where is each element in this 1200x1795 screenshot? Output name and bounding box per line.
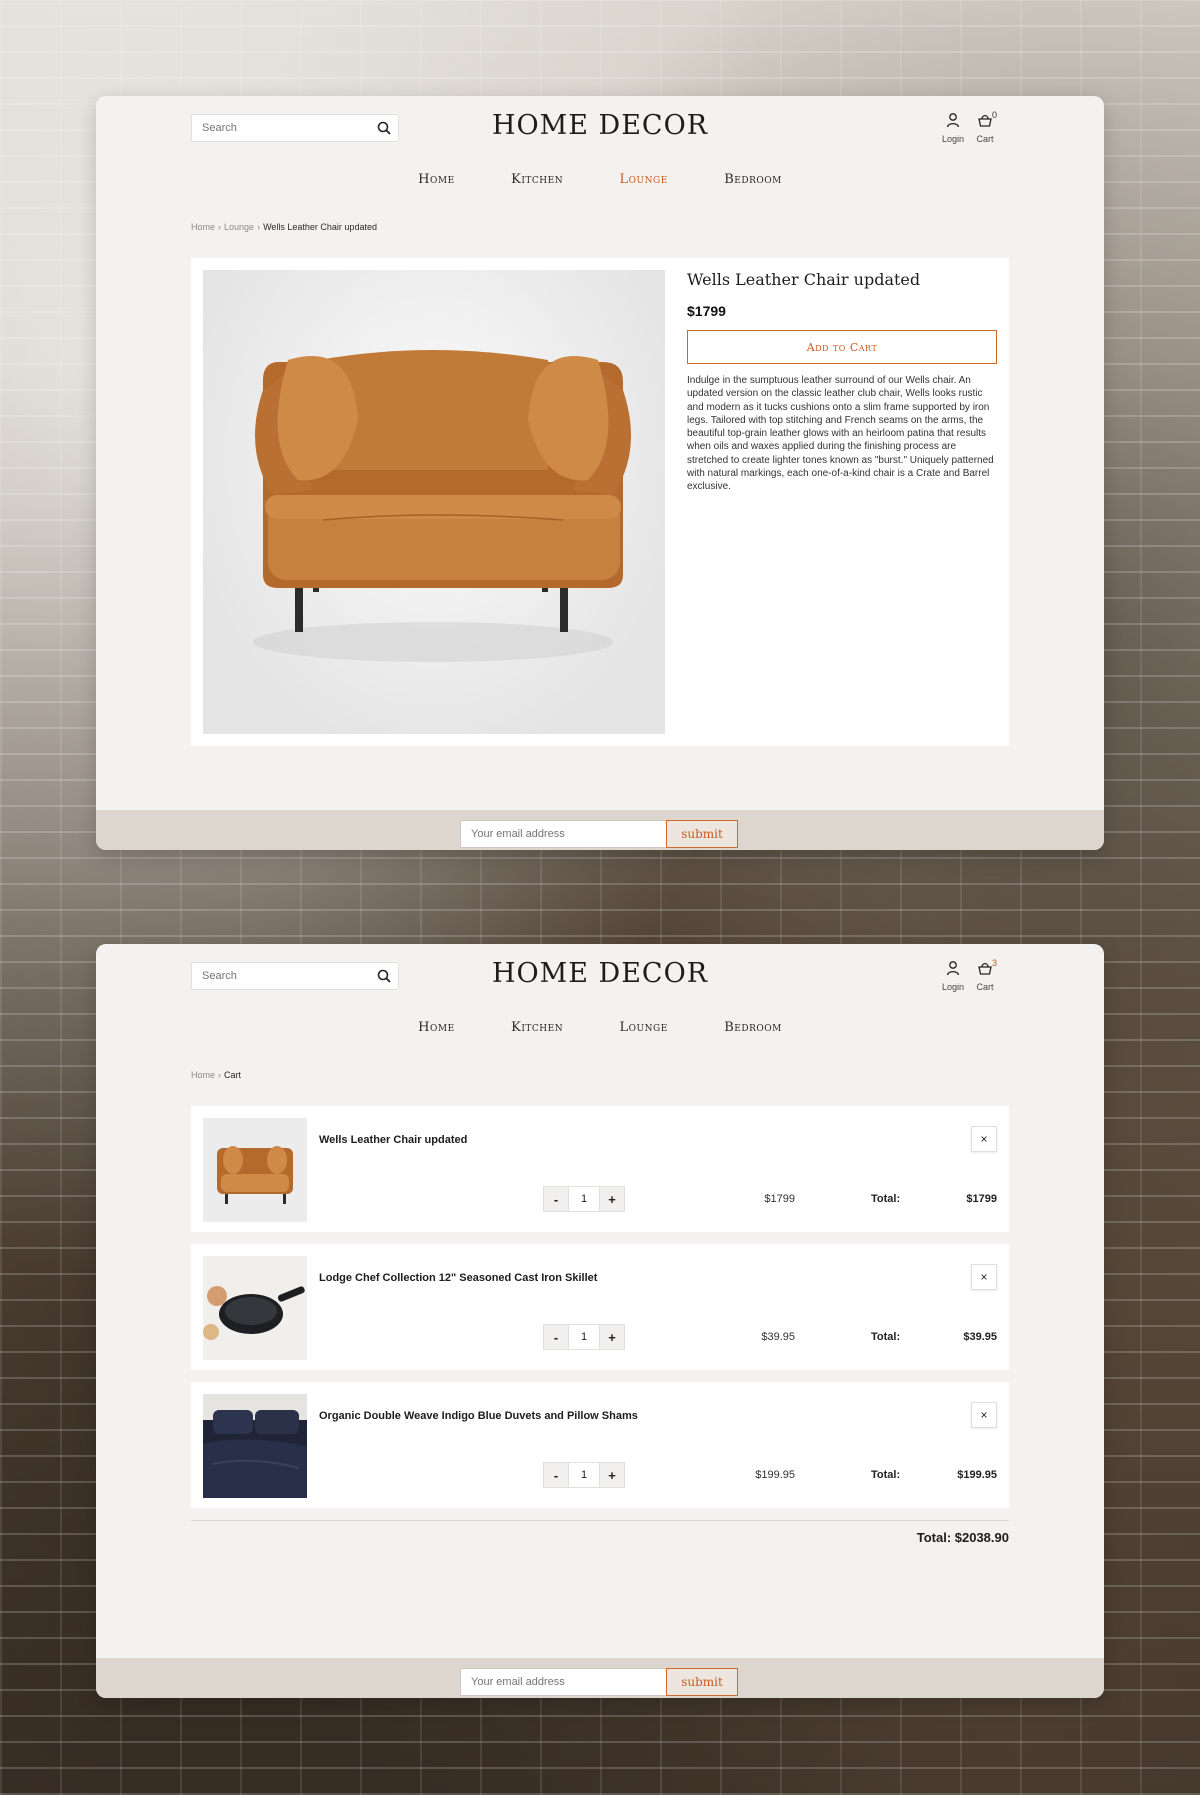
cart-page-panel: HOME DECOR Login 3 Cart Home Kitchen Lou… [96,944,1104,1698]
main-nav: Home Kitchen Lounge Bedroom [96,170,1104,188]
remove-item-button[interactable]: × [971,1264,997,1290]
cart-count-badge: 3 [991,958,997,968]
decrease-quantity-button[interactable]: - [543,1186,569,1212]
increase-quantity-button[interactable]: + [599,1186,625,1212]
cart-item-name[interactable]: Organic Double Weave Indigo Blue Duvets … [319,1410,638,1422]
unit-price: $1799 [764,1193,795,1205]
basket-icon [978,114,992,127]
nav-item-home[interactable]: Home [418,172,455,187]
site-header: HOME DECOR Login 3 Cart Home Kitchen Lou… [96,944,1104,1104]
breadcrumb-separator: › [257,222,261,232]
login-label: Login [941,134,965,144]
cart-label: Cart [976,982,994,992]
nav-item-bedroom[interactable]: Bedroom [724,1020,782,1035]
line-total-label: Total: [871,1193,901,1205]
cart-item-row: Wells Leather Chair updated × - + $1799 … [191,1106,1009,1232]
breadcrumb-lounge[interactable]: Lounge [224,222,254,232]
nav-item-kitchen[interactable]: Kitchen [511,1020,563,1035]
newsletter-footer: submit [96,1658,1104,1698]
quantity-input[interactable] [569,1186,599,1212]
line-total: $199.95 [957,1469,997,1481]
cart-item-thumbnail [203,1256,307,1360]
email-input[interactable] [460,1668,666,1696]
breadcrumb-home[interactable]: Home [191,222,215,232]
cast-iron-skillet-icon [203,1256,307,1360]
grand-total: Total: $2038.90 [916,1530,1009,1545]
cart-item-row: Organic Double Weave Indigo Blue Duvets … [191,1382,1009,1508]
nav-item-lounge[interactable]: Lounge [620,1020,668,1035]
breadcrumb-current: Cart [224,1070,242,1080]
quantity-stepper: - + [543,1186,625,1212]
increase-quantity-button[interactable]: + [599,1324,625,1350]
breadcrumb-separator: › [218,222,222,232]
decrease-quantity-button[interactable]: - [543,1324,569,1350]
product-description: Indulge in the sumptuous leather surroun… [687,375,994,493]
cart-item-name[interactable]: Lodge Chef Collection 12" Seasoned Cast … [319,1272,597,1284]
cart-count-badge: 0 [991,110,997,120]
unit-price: $39.95 [761,1331,795,1343]
login-button[interactable]: Login [938,112,968,144]
cart-item-row: Lodge Chef Collection 12" Seasoned Cast … [191,1244,1009,1370]
breadcrumb-home[interactable]: Home [191,1070,215,1080]
remove-item-button[interactable]: × [971,1402,997,1428]
breadcrumb-separator: › [218,1070,222,1080]
cart-button[interactable]: 3 Cart [969,958,1001,992]
quantity-input[interactable] [569,1324,599,1350]
indigo-bedding-icon [203,1394,307,1498]
basket-icon [978,962,992,975]
quantity-stepper: - + [543,1324,625,1350]
breadcrumb: Home › Cart [191,1070,241,1080]
cart-item-name[interactable]: Wells Leather Chair updated [319,1134,467,1146]
decrease-quantity-button[interactable]: - [543,1462,569,1488]
breadcrumb-current: Wells Leather Chair updated [263,222,377,232]
leather-armchair-image [253,350,631,662]
remove-item-button[interactable]: × [971,1126,997,1152]
cart-button[interactable]: 0 Cart [969,110,1001,144]
product-card: Wells Leather Chair updated $1799 Add to… [191,258,1009,746]
site-header: HOME DECOR Login 0 Cart Home Kitchen Lou… [96,96,1104,256]
nav-item-home[interactable]: Home [418,1020,455,1035]
unit-price: $199.95 [755,1469,795,1481]
product-image [203,270,665,734]
divider [191,1520,1009,1521]
breadcrumb: Home › Lounge › Wells Leather Chair updated [191,222,377,232]
cart-label: Cart [976,134,994,144]
newsletter-footer: submit [96,810,1104,850]
user-icon [946,961,960,976]
cart-item-thumbnail [203,1118,307,1222]
product-price: $1799 [687,303,726,319]
quantity-stepper: - + [543,1462,625,1488]
nav-item-kitchen[interactable]: Kitchen [511,172,563,187]
increase-quantity-button[interactable]: + [599,1462,625,1488]
nav-item-bedroom[interactable]: Bedroom [724,172,782,187]
product-page-panel: HOME DECOR Login 0 Cart Home Kitchen Lou… [96,96,1104,850]
leather-armchair-icon [203,1118,307,1222]
quantity-input[interactable] [569,1462,599,1488]
submit-button[interactable]: submit [666,820,738,848]
cart-item-thumbnail [203,1394,307,1498]
line-total-label: Total: [871,1331,901,1343]
line-total: $1799 [966,1193,997,1205]
product-title: Wells Leather Chair updated [687,270,921,289]
user-icon [946,113,960,128]
line-total: $39.95 [963,1331,997,1343]
submit-button[interactable]: submit [666,1668,738,1696]
main-nav: Home Kitchen Lounge Bedroom [96,1018,1104,1036]
nav-item-lounge[interactable]: Lounge [620,172,668,187]
login-button[interactable]: Login [938,960,968,992]
email-input[interactable] [460,820,666,848]
add-to-cart-button[interactable]: Add to Cart [687,330,997,364]
login-label: Login [941,982,965,992]
line-total-label: Total: [871,1469,901,1481]
